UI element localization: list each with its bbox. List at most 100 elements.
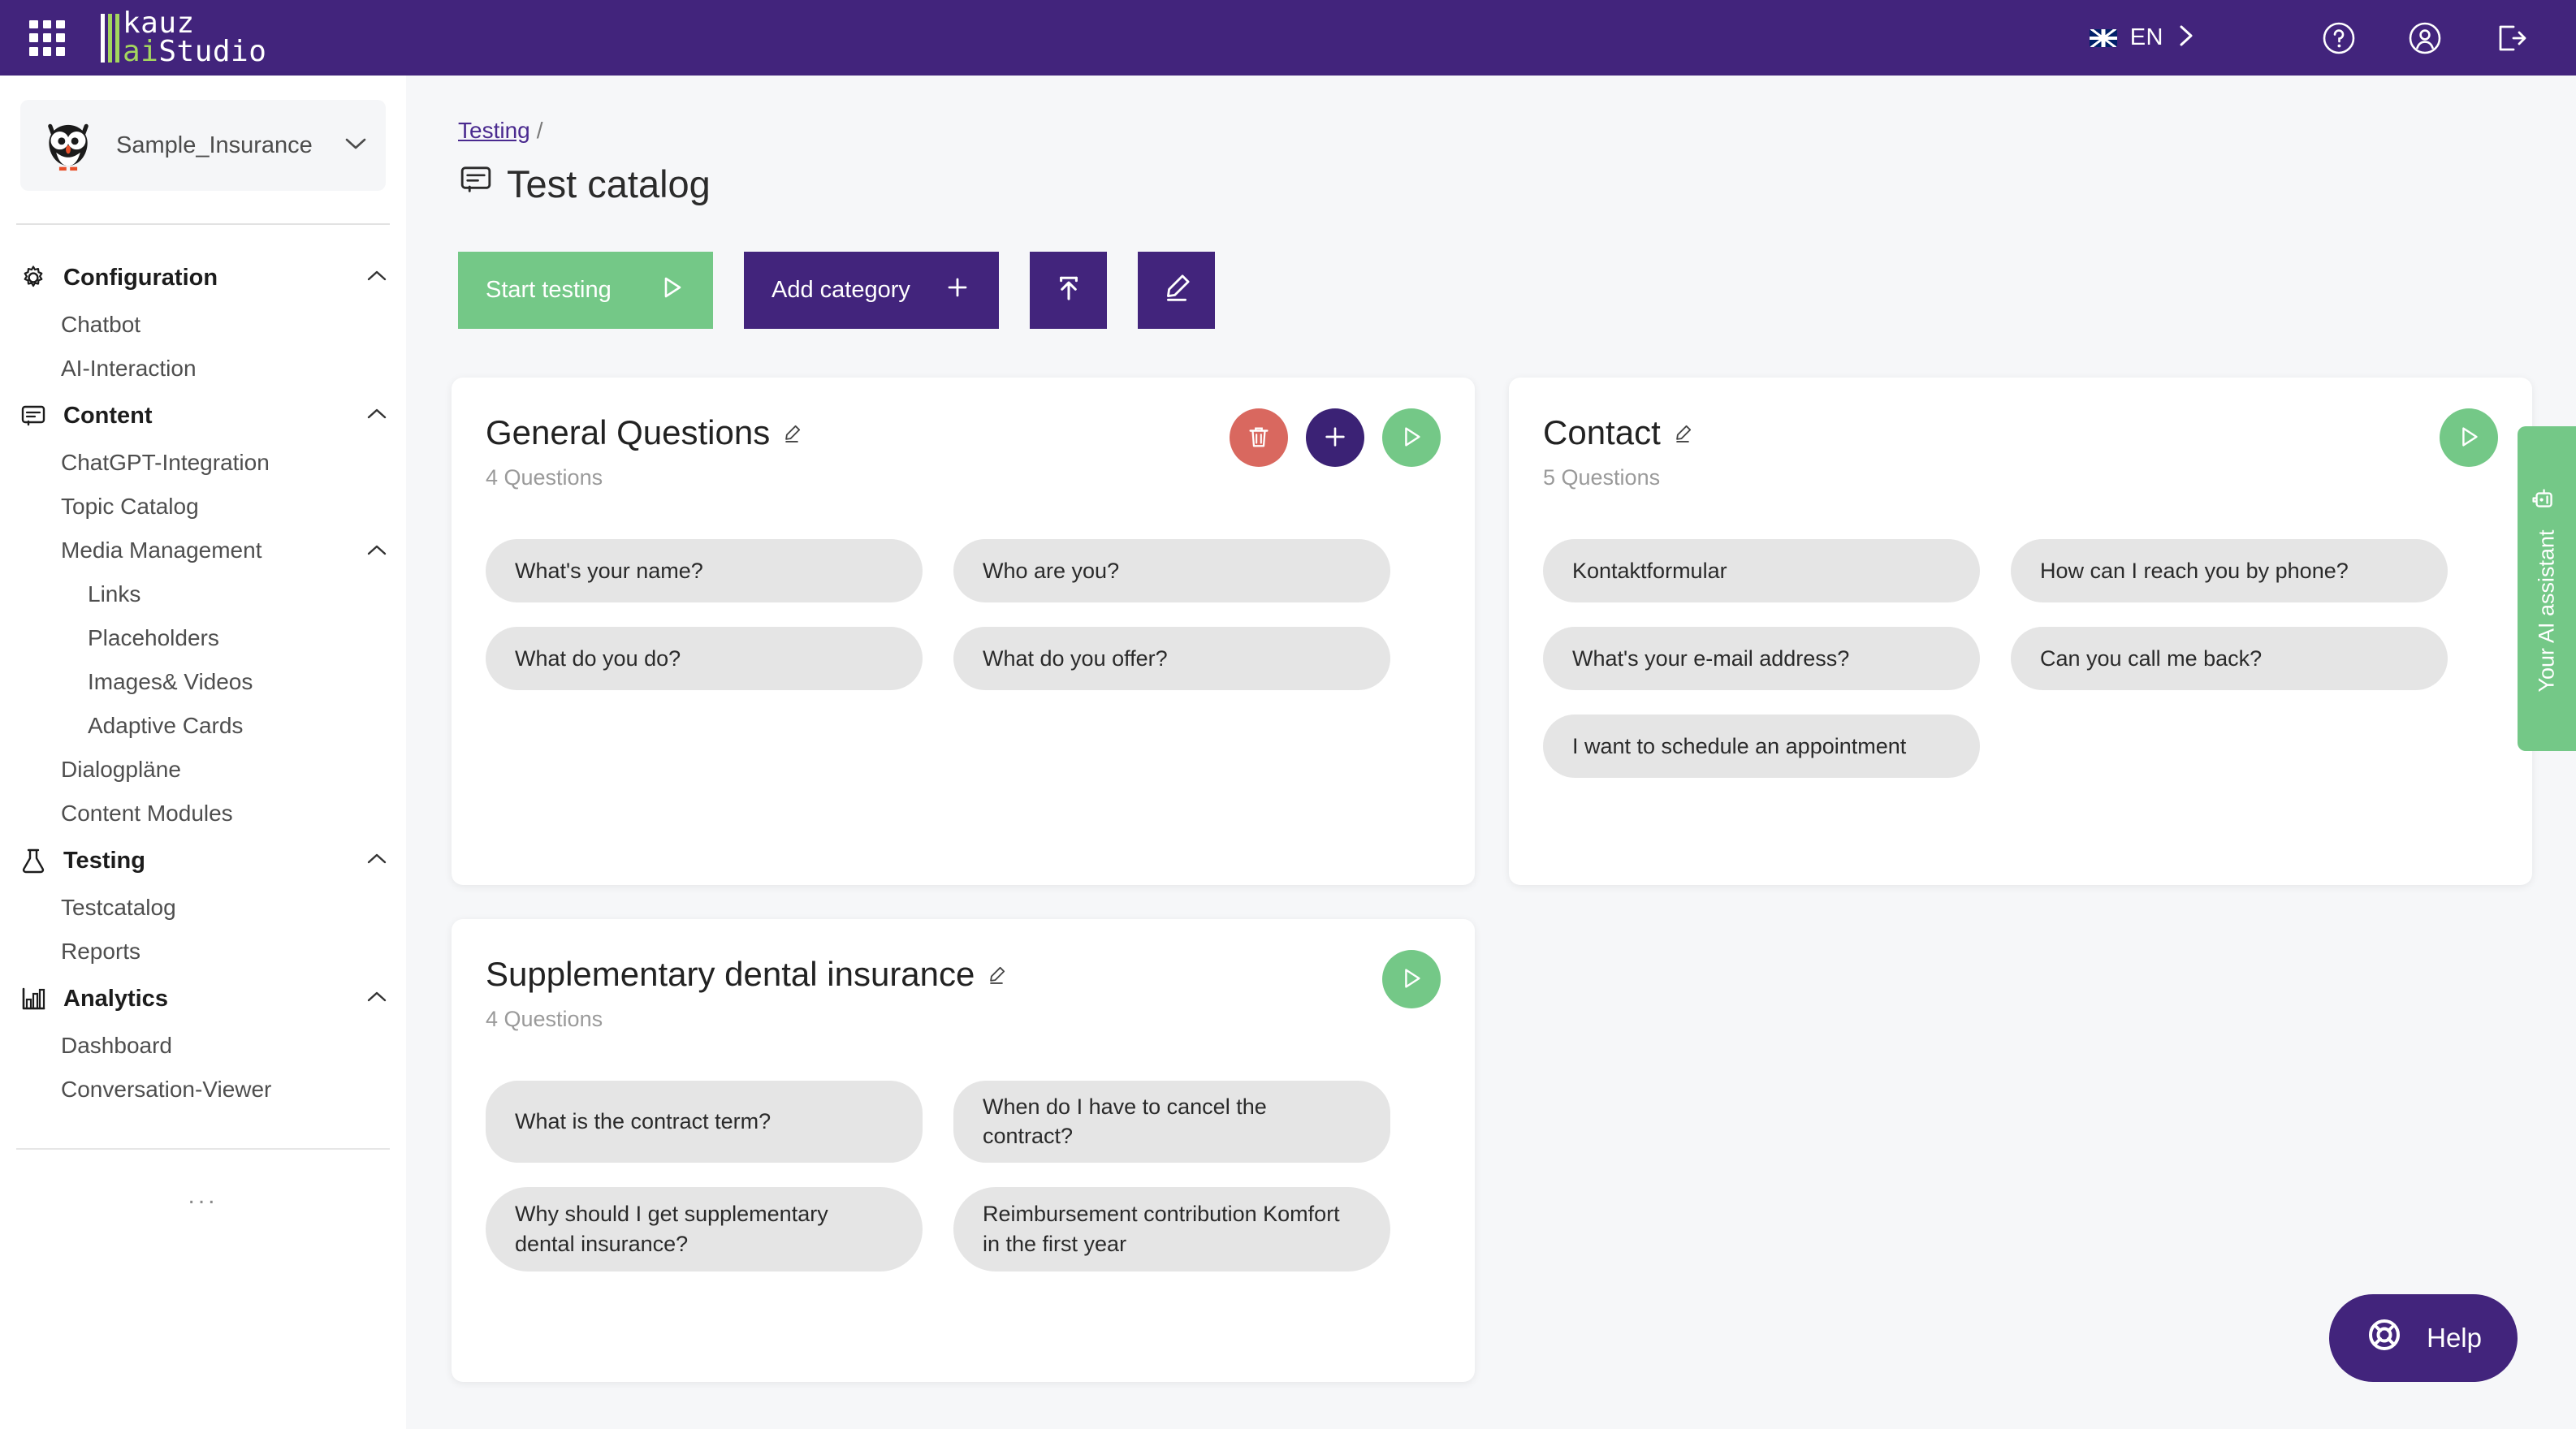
sidebar-item-label: Content Modules	[61, 801, 233, 827]
question-chip[interactable]: How can I reach you by phone?	[2011, 539, 2448, 602]
user-circle-icon[interactable]	[2405, 19, 2444, 58]
pencil-icon	[1160, 271, 1193, 310]
breadcrumb: Testing /	[458, 118, 2576, 144]
owl-avatar	[38, 115, 98, 175]
play-icon	[1398, 424, 1424, 452]
sidebar: Sample_Insurance Configuration Chatbot A…	[0, 76, 406, 1429]
plus-icon	[1322, 424, 1348, 452]
sidebar-group-label: Testing	[63, 848, 145, 874]
help-button[interactable]: Help	[2329, 1294, 2518, 1382]
page-toolbar: Start testing Add category	[458, 252, 2576, 329]
sidebar-group-label: Content	[63, 403, 153, 430]
sidebar-item-placeholders[interactable]: Placeholders	[0, 616, 406, 660]
bar-chart-icon	[18, 985, 49, 1012]
add-category-button[interactable]: Add category	[744, 252, 999, 329]
breadcrumb-separator: /	[537, 118, 543, 143]
sidebar-group-content[interactable]: Content	[0, 391, 406, 441]
category-card: Contact 5 Questions Kontaktformular	[1509, 378, 2532, 885]
chevron-up-icon[interactable]	[365, 537, 388, 563]
pencil-icon[interactable]	[1672, 413, 1693, 452]
question-chip[interactable]: What's your e-mail address?	[1543, 627, 1980, 690]
play-icon	[658, 274, 685, 308]
sidebar-more-dots[interactable]: ...	[0, 1182, 406, 1210]
pencil-icon[interactable]	[781, 413, 802, 452]
run-category-button[interactable]	[1382, 408, 1441, 467]
sidebar-item-adaptive-cards[interactable]: Adaptive Cards	[0, 704, 406, 748]
category-title: Supplementary dental insurance	[486, 955, 975, 994]
language-switcher[interactable]: EN	[2090, 24, 2198, 52]
question-chip[interactable]: What is the contract term?	[486, 1081, 923, 1163]
question-chip-list: What's your name? Who are you? What do y…	[486, 539, 1441, 690]
sidebar-item-topic-catalog[interactable]: Topic Catalog	[0, 485, 406, 529]
run-category-button[interactable]	[1382, 950, 1441, 1008]
sidebar-item-content-modules[interactable]: Content Modules	[0, 792, 406, 835]
sidebar-item-ai-interaction[interactable]: AI-Interaction	[0, 347, 406, 391]
sidebar-item-chatgpt-integration[interactable]: ChatGPT-Integration	[0, 441, 406, 485]
sidebar-item-label: Placeholders	[88, 625, 219, 651]
question-chip[interactable]: Why should I get supplementary dental in…	[486, 1187, 923, 1271]
question-chip-list: Kontaktformular How can I reach you by p…	[1543, 539, 2498, 778]
category-title-row: General Questions	[486, 413, 802, 452]
question-chip[interactable]: Can you call me back?	[2011, 627, 2448, 690]
start-testing-button[interactable]: Start testing	[458, 252, 713, 329]
sidebar-item-media-management[interactable]: Media Management	[0, 529, 406, 572]
language-label: EN	[2130, 24, 2163, 51]
sidebar-group-testing[interactable]: Testing	[0, 835, 406, 886]
sidebar-item-dashboard[interactable]: Dashboard	[0, 1024, 406, 1068]
add-question-button[interactable]	[1306, 408, 1364, 467]
edit-button[interactable]	[1138, 252, 1215, 329]
question-chip-list: What is the contract term? When do I hav…	[486, 1081, 1441, 1271]
sidebar-item-testcatalog[interactable]: Testcatalog	[0, 886, 406, 930]
question-chip[interactable]: Kontaktformular	[1543, 539, 1980, 602]
logout-icon[interactable]	[2492, 19, 2531, 58]
help-label: Help	[2427, 1323, 2482, 1353]
org-switcher[interactable]: Sample_Insurance	[20, 100, 386, 191]
grid-apps-icon[interactable]	[29, 20, 65, 56]
sidebar-item-label: ChatGPT-Integration	[61, 450, 270, 476]
question-chip[interactable]: What do you offer?	[953, 627, 1390, 690]
sidebar-item-links[interactable]: Links	[0, 572, 406, 616]
chevron-up-icon[interactable]	[365, 407, 388, 425]
sidebar-item-images-videos[interactable]: Images& Videos	[0, 660, 406, 704]
chevron-up-icon[interactable]	[365, 852, 388, 870]
logo-bars-icon	[101, 13, 119, 63]
question-chip[interactable]: Reimbursement contribution Komfort in th…	[953, 1187, 1390, 1271]
sidebar-item-reports[interactable]: Reports	[0, 930, 406, 974]
category-card-header: Contact 5 Questions	[1543, 413, 2498, 490]
category-question-count: 5 Questions	[1543, 465, 1693, 490]
pencil-icon[interactable]	[986, 955, 1007, 994]
chevron-up-icon[interactable]	[365, 990, 388, 1008]
breadcrumb-link-testing[interactable]: Testing	[458, 118, 530, 143]
ai-assistant-tab[interactable]: Your AI assistant	[2518, 426, 2576, 751]
category-title: Contact	[1543, 413, 1661, 452]
category-question-count: 4 Questions	[486, 465, 802, 490]
question-chip[interactable]: What do you do?	[486, 627, 923, 690]
question-chip[interactable]: Who are you?	[953, 539, 1390, 602]
logo-text-accent: ai	[123, 35, 158, 68]
sidebar-item-dialogplaene[interactable]: Dialogpläne	[0, 748, 406, 792]
category-actions	[1230, 408, 1441, 467]
chevron-up-icon[interactable]	[365, 269, 388, 287]
chevron-down-icon	[344, 136, 368, 156]
sidebar-item-label: Dialogpläne	[61, 757, 181, 783]
trash-icon	[1246, 424, 1272, 452]
sidebar-group-analytics[interactable]: Analytics	[0, 974, 406, 1024]
sidebar-group-configuration[interactable]: Configuration	[0, 253, 406, 303]
delete-category-button[interactable]	[1230, 408, 1288, 467]
sidebar-item-label: Topic Catalog	[61, 494, 199, 520]
sidebar-divider-bottom	[16, 1148, 390, 1150]
sidebar-item-label: Testcatalog	[61, 895, 176, 921]
question-chip[interactable]: When do I have to cancel the contract?	[953, 1081, 1390, 1163]
question-chip[interactable]: I want to schedule an appointment	[1543, 714, 1980, 778]
sidebar-item-chatbot[interactable]: Chatbot	[0, 303, 406, 347]
app-logo[interactable]: kauz aiStudio	[101, 10, 266, 66]
question-circle-icon[interactable]	[2319, 19, 2358, 58]
top-bar-actions: EN	[2090, 19, 2576, 58]
sidebar-item-label: AI-Interaction	[61, 356, 197, 382]
upload-button[interactable]	[1030, 252, 1107, 329]
run-category-button[interactable]	[2440, 408, 2498, 467]
sidebar-item-conversation-viewer[interactable]: Conversation-Viewer	[0, 1068, 406, 1112]
play-icon	[1398, 965, 1424, 994]
category-card: General Questions 4 Questions	[452, 378, 1475, 885]
question-chip[interactable]: What's your name?	[486, 539, 923, 602]
